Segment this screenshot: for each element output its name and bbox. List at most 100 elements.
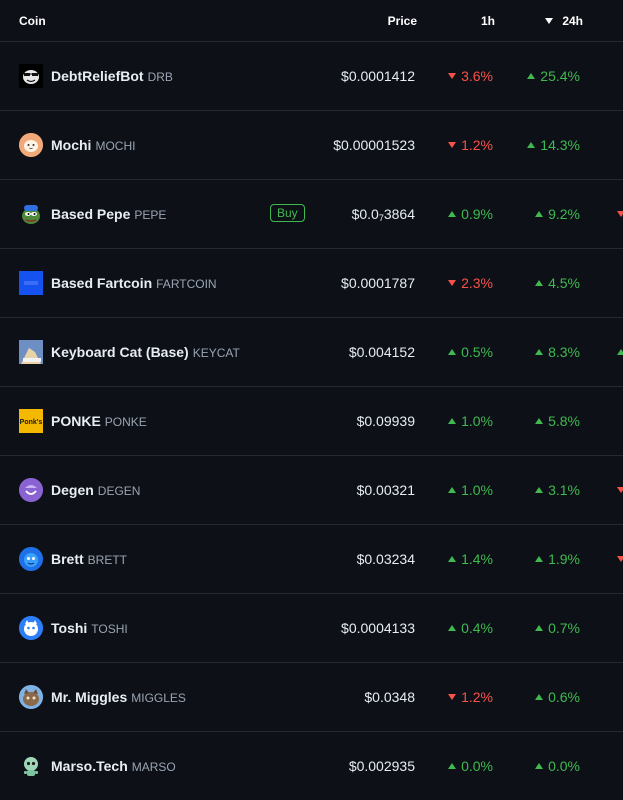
coin-name[interactable]: DebtReliefBot xyxy=(51,68,144,84)
column-header-24h-label: 24h xyxy=(562,14,583,28)
column-header-coin[interactable]: Coin xyxy=(19,14,46,28)
coin-name[interactable]: Mr. Miggles xyxy=(51,689,127,705)
change-1h: 0.4% xyxy=(448,620,493,636)
coin-symbol: DEGEN xyxy=(97,484,141,498)
change-24h-value: 25.4% xyxy=(540,68,580,84)
change-1h-value: 1.0% xyxy=(461,482,493,498)
table-row[interactable]: Ponk's PONKE PONKE $0.09939 1.0% 5.8% xyxy=(0,387,623,456)
triangle-up-icon xyxy=(535,349,544,355)
triangle-down-icon xyxy=(448,73,457,79)
coin-name[interactable]: Marso.Tech xyxy=(51,758,128,774)
drb-logo-icon xyxy=(19,64,43,88)
triangle-up-icon xyxy=(535,625,544,631)
change-1h: 1.0% xyxy=(448,413,493,429)
coin-price: $0.002935 xyxy=(348,758,415,774)
table-row[interactable]: DebtReliefBot DRB $0.0001412 3.6% 25.4% xyxy=(0,42,623,111)
change-24h: 5.8% xyxy=(535,413,580,429)
change-1h-value: 0.0% xyxy=(461,758,493,774)
change-1h: 1.2% xyxy=(448,137,493,153)
change-24h-value: 0.0% xyxy=(548,758,580,774)
table-row[interactable]: Based Fartcoin FARTCOIN $0.0001787 2.3% 4… xyxy=(0,249,623,318)
change-1h: 1.2% xyxy=(448,689,493,705)
triangle-down-icon xyxy=(448,280,457,286)
change-24h: 14.3% xyxy=(527,137,580,153)
buy-button[interactable]: Buy xyxy=(270,204,305,222)
coin-list: DebtReliefBot DRB $0.0001412 3.6% 25.4% M… xyxy=(0,42,623,800)
table-row[interactable]: Based Pepe PEPE Buy $0.073864 0.9% 9.2% xyxy=(0,180,623,249)
triangle-up-icon xyxy=(448,487,457,493)
change-24h: 0.7% xyxy=(535,620,580,636)
coin-name[interactable]: Based Fartcoin xyxy=(51,275,152,291)
column-header-price[interactable]: Price xyxy=(388,14,417,28)
miggles-logo-icon xyxy=(19,685,43,709)
coin-symbol: MARSO xyxy=(131,760,176,774)
table-row[interactable]: Mochi MOCHI $0.00001523 1.2% 14.3% xyxy=(0,111,623,180)
change-24h: 3.1% xyxy=(535,482,580,498)
brett-logo-icon xyxy=(19,547,43,571)
change-24h-value: 1.9% xyxy=(548,551,580,567)
triangle-up-icon xyxy=(527,142,536,148)
table-row[interactable]: Mr. Miggles MIGGLES $0.0348 1.2% 0.6% xyxy=(0,663,623,732)
triangle-up-icon xyxy=(448,556,457,562)
change-24h-value: 0.7% xyxy=(548,620,580,636)
coin-name[interactable]: Brett xyxy=(51,551,84,567)
change-1h-value: 1.4% xyxy=(461,551,493,567)
change-1h-value: 1.2% xyxy=(461,137,493,153)
table-row[interactable]: Marso.Tech MARSO $0.002935 0.0% 0.0% xyxy=(0,732,623,800)
table-row[interactable]: Degen DEGEN $0.00321 1.0% 3.1% xyxy=(0,456,623,525)
change-24h: 9.2% xyxy=(535,206,580,222)
coin-symbol: MIGGLES xyxy=(131,691,186,705)
triangle-up-icon xyxy=(448,211,457,217)
pepe-logo-icon xyxy=(19,202,43,226)
change-24h-value: 8.3% xyxy=(548,344,580,360)
change-24h-value: 3.1% xyxy=(548,482,580,498)
marso-logo-icon xyxy=(19,754,43,778)
triangle-up-icon xyxy=(535,418,544,424)
triangle-up-icon xyxy=(535,763,544,769)
triangle-up-icon xyxy=(448,349,457,355)
triangle-up-icon xyxy=(535,487,544,493)
change-24h: 0.0% xyxy=(535,758,580,774)
coin-symbol: PEPE xyxy=(134,208,167,222)
coin-symbol: DRB xyxy=(147,70,173,84)
change-1h: 2.3% xyxy=(448,275,493,291)
fartcoin-logo-icon xyxy=(19,271,43,295)
table-row[interactable]: Keyboard Cat (Base) KEYCAT $0.004152 0.5%… xyxy=(0,318,623,387)
ponke-logo-icon: Ponk's xyxy=(19,409,43,433)
price-digits: 3864 xyxy=(383,206,415,222)
triangle-up-icon xyxy=(527,73,536,79)
change-1h-value: 3.6% xyxy=(461,68,493,84)
price-prefix: $0.0 xyxy=(351,206,379,222)
coin-name[interactable]: PONKE xyxy=(51,413,101,429)
change-24h: 8.3% xyxy=(535,344,580,360)
coin-symbol: PONKE xyxy=(104,415,147,429)
coin-name[interactable]: Mochi xyxy=(51,137,91,153)
change-1h-value: 1.0% xyxy=(461,413,493,429)
coin-name[interactable]: Keyboard Cat (Base) xyxy=(51,344,189,360)
change-24h: 1.9% xyxy=(535,551,580,567)
table-row[interactable]: Toshi TOSHI $0.0004133 0.4% 0.7% xyxy=(0,594,623,663)
column-header-1h[interactable]: 1h xyxy=(481,14,495,28)
table-row[interactable]: Brett BRETT $0.03234 1.4% 1.9% xyxy=(0,525,623,594)
sort-desc-icon xyxy=(545,18,554,24)
triangle-down-icon xyxy=(617,211,623,217)
change-24h-value: 14.3% xyxy=(540,137,580,153)
change-1h: 1.4% xyxy=(448,551,493,567)
triangle-up-icon xyxy=(535,694,544,700)
triangle-up-icon xyxy=(448,625,457,631)
change-1h-value: 0.4% xyxy=(461,620,493,636)
table-header: Coin Price 1h 24h xyxy=(0,0,623,42)
coin-name[interactable]: Degen xyxy=(51,482,94,498)
column-header-24h[interactable]: 24h xyxy=(545,14,583,28)
change-1h: 1.0% xyxy=(448,482,493,498)
degen-logo-icon xyxy=(19,478,43,502)
coin-name[interactable]: Based Pepe xyxy=(51,206,130,222)
change-24h-value: 9.2% xyxy=(548,206,580,222)
change-24h-value: 0.6% xyxy=(548,689,580,705)
triangle-up-icon xyxy=(535,556,544,562)
triangle-up-icon xyxy=(535,211,544,217)
change-1h-value: 1.2% xyxy=(461,689,493,705)
coin-price: $0.0348 xyxy=(364,689,415,705)
coin-name[interactable]: Toshi xyxy=(51,620,87,636)
change-24h: 25.4% xyxy=(527,68,580,84)
